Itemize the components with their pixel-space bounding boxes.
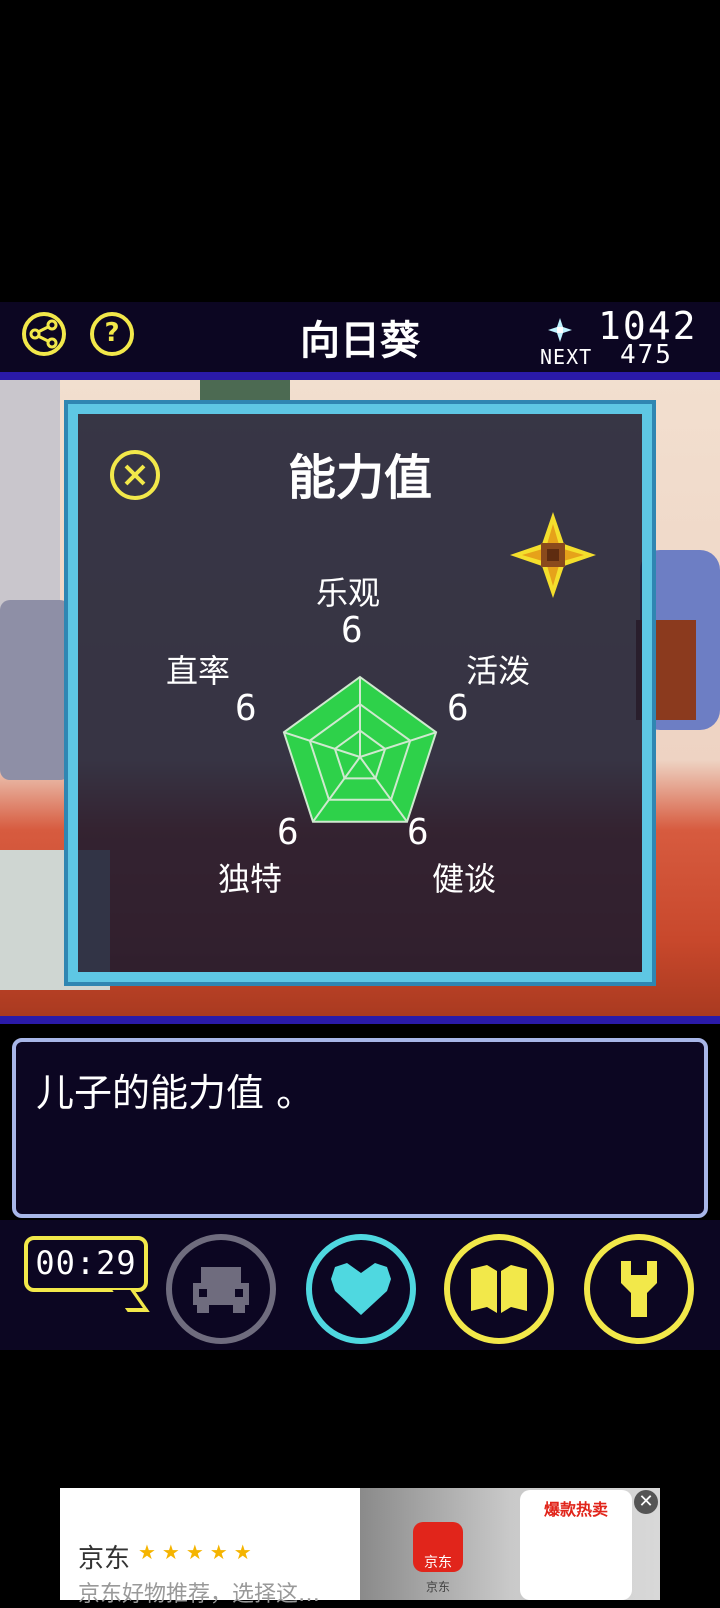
stat-name-unique: 独特	[218, 860, 283, 898]
header-divider	[0, 372, 720, 380]
flower-icon	[510, 512, 596, 598]
stat-name-lively: 活泼	[466, 652, 531, 690]
close-icon	[124, 464, 146, 486]
scene-sign	[200, 380, 290, 400]
share-button[interactable]	[22, 312, 66, 356]
ability-radar-chart	[282, 675, 438, 823]
book-icon	[471, 1265, 527, 1313]
help-icon: ?	[104, 318, 120, 348]
ad-logo-text: 京东	[424, 1555, 452, 1571]
scene-counter	[0, 600, 70, 780]
stat-name-frank: 直率	[166, 652, 231, 690]
ad-brand: 京东	[78, 1544, 131, 1574]
next-value: 475	[620, 340, 673, 370]
stat-name-talkative: 健谈	[432, 860, 497, 898]
help-button[interactable]: ?	[90, 312, 134, 356]
ad-close-button[interactable]: ✕	[634, 1490, 658, 1514]
dialog-text: 儿子的能力值 。	[36, 1071, 315, 1115]
book-button[interactable]	[444, 1234, 554, 1344]
close-button[interactable]	[110, 450, 160, 500]
share-icon	[29, 319, 58, 349]
car-icon	[193, 1267, 249, 1313]
ad-rating-stars: ★★★★★	[138, 1540, 258, 1564]
timer-text: 00:29	[35, 1244, 137, 1282]
panel-title: 能力值	[287, 450, 432, 506]
page-title: 向日葵	[300, 318, 420, 364]
ad-hot-label: 爆款热卖	[543, 1500, 608, 1519]
car-button[interactable]	[166, 1234, 276, 1344]
tool-button[interactable]	[584, 1234, 694, 1344]
ad-description: 京东好物推荐，选择这…	[78, 1582, 321, 1607]
ad-logo-label: 京东	[425, 1580, 450, 1594]
heart-icon	[331, 1263, 391, 1315]
heart-button[interactable]	[306, 1234, 416, 1344]
next-label: NEXT	[540, 345, 593, 369]
stat-value-lively: 6	[447, 688, 469, 729]
wrench-icon	[621, 1261, 657, 1317]
stat-value-frank: 6	[235, 688, 257, 729]
scene-divider	[0, 1016, 720, 1024]
sparkle-gem-icon	[548, 318, 572, 342]
stat-value-optimism: 6	[341, 610, 363, 651]
stat-name-optimism: 乐观	[316, 574, 381, 612]
